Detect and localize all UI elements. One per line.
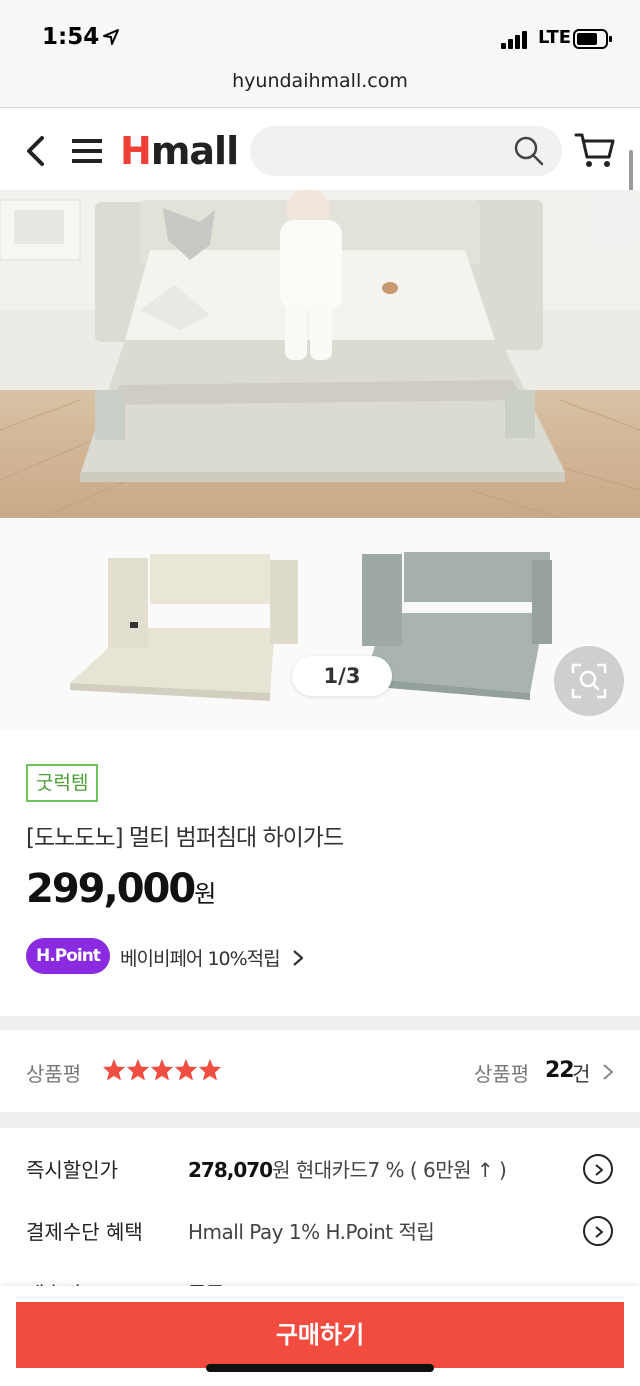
star-icon <box>103 1059 125 1081</box>
price-unit: 원 <box>194 880 217 908</box>
chevron-right-icon[interactable] <box>291 948 305 968</box>
benefit-label: 즉시할인가 <box>26 1158 118 1182</box>
product-price: 299,000원 <box>26 866 216 912</box>
status-time: 1:54 <box>42 24 100 50</box>
chevron-circle-button[interactable] <box>583 1154 613 1184</box>
benefit-value: 278,070원 현대카드7 % ( 6만원 ↑ ) <box>188 1154 507 1183</box>
status-bar: 1:54 LTE <box>0 0 640 60</box>
star-icon <box>199 1059 221 1081</box>
product-info: 굿럭템 [도노도노] 멀티 범퍼침대 하이가드 299,000원 H.Point… <box>0 730 640 1016</box>
product-thumbnail-strip[interactable]: 1/3 <box>0 518 640 730</box>
goodluck-badge: 굿럭템 <box>26 764 99 802</box>
benefit-label: 결제수단 혜택 <box>26 1220 143 1244</box>
review-label: 상품평 <box>26 1062 82 1086</box>
signal-icon <box>501 29 531 49</box>
search-icon[interactable] <box>514 136 544 166</box>
review-row[interactable]: 상품평 상품평 22 건 <box>0 1030 640 1112</box>
star-icon <box>127 1059 149 1081</box>
chevron-right-icon <box>595 1226 603 1238</box>
url-bar[interactable]: hyundaihmall.com <box>0 60 640 108</box>
benefit-row-shipping[interactable]: 배송비 무료 <box>0 1260 640 1288</box>
discount-detail: 원 현대카드7 % ( 6만원 ↑ ) <box>272 1158 507 1182</box>
benefit-list: 즉시할인가 278,070원 현대카드7 % ( 6만원 ↑ ) 결제수단 혜택… <box>0 1128 640 1288</box>
bottom-action-bar: 구매하기 <box>0 1286 640 1386</box>
app-header: Hmall <box>0 108 640 190</box>
menu-icon[interactable] <box>70 136 104 166</box>
hpoint-badge: H.Point <box>26 938 110 974</box>
url-text: hyundaihmall.com <box>232 70 408 92</box>
product-thumbnails <box>70 552 552 701</box>
chevron-right-icon <box>595 1164 603 1176</box>
zoom-button[interactable] <box>554 646 624 716</box>
review-count-label: 상품평 <box>474 1062 530 1086</box>
price-value: 299,000 <box>26 866 196 912</box>
benefit-value: Hmall Pay 1% H.Point 적립 <box>188 1220 435 1244</box>
discount-price: 278,070 <box>188 1158 273 1182</box>
benefit-row-payment[interactable]: 결제수단 혜택 Hmall Pay 1% H.Point 적립 <box>0 1198 640 1258</box>
buy-button[interactable]: 구매하기 <box>16 1302 624 1368</box>
product-title: [도노도노] 멀티 범퍼침대 하이가드 <box>26 825 344 851</box>
battery-icon <box>573 29 612 49</box>
back-icon[interactable] <box>22 134 52 168</box>
section-divider <box>0 1016 640 1030</box>
rating-stars <box>102 1058 226 1084</box>
search-input[interactable] <box>250 126 562 176</box>
logo-text: mall <box>150 129 239 173</box>
product-main-image[interactable] <box>0 190 640 518</box>
section-divider <box>0 1112 640 1128</box>
location-arrow-icon <box>103 29 119 45</box>
zoom-icon <box>571 663 607 699</box>
hmall-logo[interactable]: Hmall <box>120 126 239 176</box>
star-icon <box>151 1059 173 1081</box>
benefit-row-instant-discount[interactable]: 즉시할인가 278,070원 현대카드7 % ( 6만원 ↑ ) <box>0 1136 640 1196</box>
gallery-counter: 1/3 <box>292 656 392 696</box>
product-photo <box>0 190 640 518</box>
review-count-unit: 건 <box>572 1062 591 1086</box>
cart-icon[interactable] <box>574 130 616 170</box>
chevron-right-icon[interactable] <box>602 1062 614 1082</box>
star-icon <box>175 1059 197 1081</box>
review-count: 22 <box>545 1058 575 1083</box>
logo-h: H <box>120 129 152 173</box>
network-label: LTE <box>538 27 572 48</box>
chevron-circle-button[interactable] <box>583 1216 613 1246</box>
hpoint-benefit-link[interactable]: 베이비페어 10%적립 <box>120 944 281 971</box>
home-indicator <box>206 1364 434 1372</box>
